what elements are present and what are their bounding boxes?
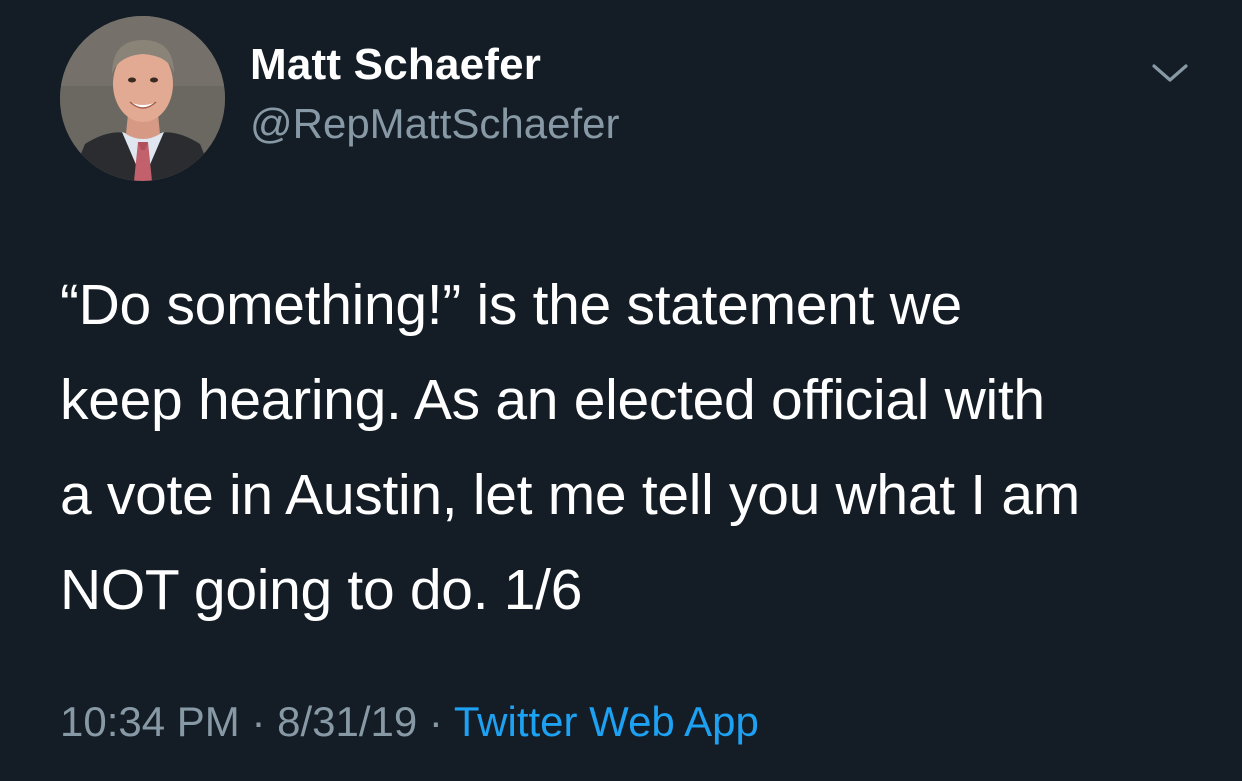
avatar-photo [60,16,225,181]
tweet-text-line: a vote in Austin, let me tell you what I… [60,463,1080,527]
tweet-source-link[interactable]: Twitter Web App [454,698,759,745]
chevron-down-icon[interactable] [1150,58,1190,88]
tweet-text-line: “Do something!” is the statement we [60,273,962,337]
tweet-meta: 10:34 PM · 8/31/19 · Twitter Web App [60,698,759,746]
tweet-text: “Do something!” is the statement we keep… [60,258,1210,638]
tweet-time[interactable]: 10:34 PM [60,698,240,745]
avatar[interactable] [60,16,225,181]
meta-separator: · [417,698,454,745]
tweet-text-line: keep hearing. As an elected official wit… [60,368,1045,432]
author-name[interactable]: Matt Schaefer [250,40,541,90]
tweet-text-line: NOT going to do. 1/6 [60,558,583,622]
tweet: Matt Schaefer @RepMattSchaefer “Do somet… [0,0,1242,781]
author-handle[interactable]: @RepMattSchaefer [250,100,619,148]
tweet-date[interactable]: 8/31/19 [277,698,417,745]
meta-separator: · [239,698,278,745]
